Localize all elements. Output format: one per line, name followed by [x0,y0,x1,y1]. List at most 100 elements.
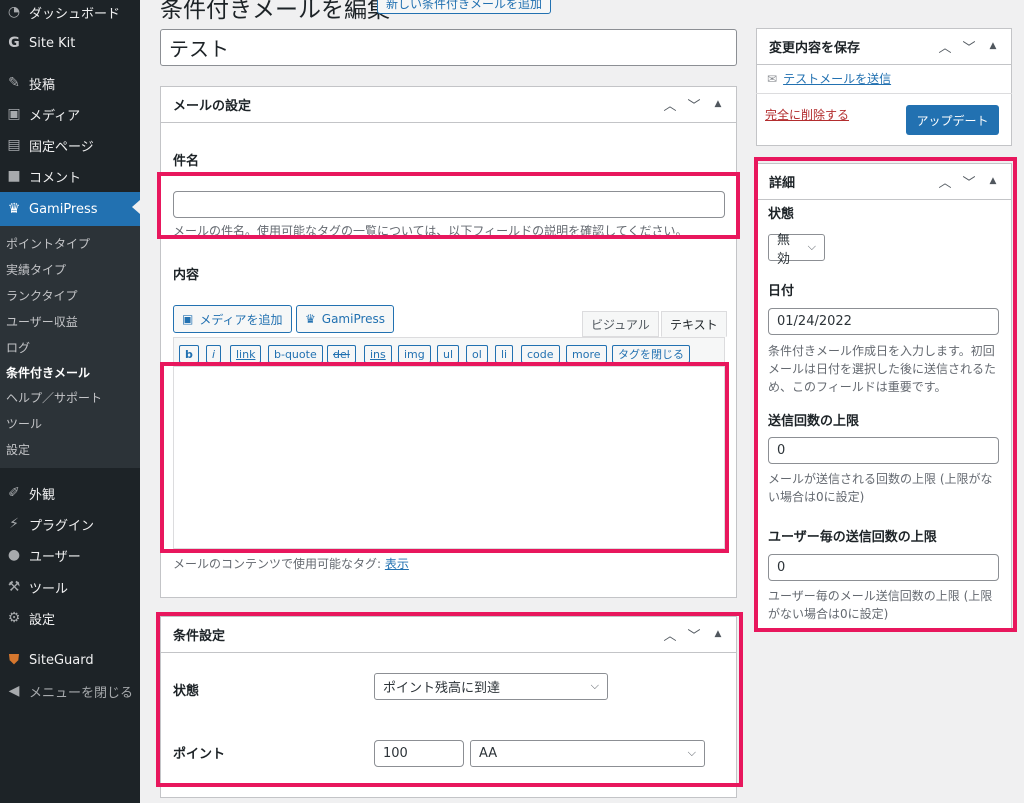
menu-label: Site Kit [29,35,76,51]
points-input[interactable] [374,740,464,767]
menu-users[interactable]: ● ユーザー [0,540,140,570]
shield-icon: ⛊ [8,652,20,668]
menu-comments[interactable]: ■ コメント [0,161,140,191]
qt-close-tags-button[interactable]: タグを閉じる [612,345,690,363]
submenu-point-types[interactable]: ポイントタイプ [6,235,90,252]
menu-pages[interactable]: ▤ 固定ページ [0,130,140,160]
media-icon: ▣ [182,312,194,326]
menu-plugins[interactable]: ⚡ プラグイン [0,509,140,539]
send-test-mail-link[interactable]: テストメールを送信 [783,70,891,87]
menu-label: GamiPress [29,201,98,217]
qt-ins-button[interactable]: ins [364,345,392,363]
box-controls: ︿ ﹀ ▲ [662,95,726,114]
menu-posts[interactable]: ✎ 投稿 [0,68,140,98]
pin-icon: ✎ [8,75,20,91]
date-label: 日付 [768,284,795,299]
qt-ul-button[interactable]: ul [437,345,460,363]
menu-appearance[interactable]: ✐ 外観 [0,478,140,508]
page-icon: ▤ [7,137,21,153]
content-desc-text: メールのコンテンツで使用可能なタグ: [173,557,385,571]
content-editor[interactable] [173,367,725,549]
gamipress-button[interactable]: ♛ GamiPress [296,305,395,333]
menu-label: 投稿 [29,77,56,93]
show-tags-link[interactable]: 表示 [385,557,409,571]
condition-status-select[interactable]: ポイント残高に到達 ⌵ [374,673,608,700]
details-status-label: 状態 [768,207,795,222]
menu-dashboard[interactable]: ◔ ダッシュボード [0,0,140,27]
points-label: ポイント [173,747,226,762]
menu-tools[interactable]: ⚒ ツール [0,572,140,602]
qt-del-button[interactable]: del [327,345,356,363]
submenu-conditional-emails[interactable]: 条件付きメール [6,364,90,381]
tab-visual[interactable]: ビジュアル [582,311,659,337]
box-controls: ︿ ﹀ ▲ [937,172,1001,191]
submenu-rank-types[interactable]: ランクタイプ [6,287,78,304]
menu-siteguard[interactable]: ⛊ SiteGuard [0,645,140,675]
qt-bquote-button[interactable]: b-quote [268,345,323,363]
point-type-select[interactable]: AA ⌵ [470,740,705,767]
toggle-panel-icon[interactable]: ▲ [710,625,726,644]
add-new-button[interactable]: 新しい条件付きメールを追加 [377,0,552,14]
menu-site-kit[interactable]: G Site Kit [0,28,140,58]
menu-media[interactable]: ▣ メディア [0,99,140,129]
toggle-panel-icon[interactable]: ▲ [985,37,1001,56]
menu-label: 外観 [29,487,56,503]
toggle-panel-icon[interactable]: ▲ [985,172,1001,191]
subject-input[interactable] [173,191,725,218]
move-up-icon[interactable]: ︿ [937,172,953,191]
mail-settings-header: メールの設定 [161,87,736,123]
menu-label: ツール [29,581,69,597]
max-sends-label: 送信回数の上限 [768,414,860,429]
submenu-achievement-types[interactable]: 実績タイプ [6,261,66,278]
gamipress-submenu: ポイントタイプ 実績タイプ ランクタイプ ユーザー収益 ログ 条件付きメール ヘ… [0,226,140,468]
menu-settings[interactable]: ⚙ 設定 [0,603,140,633]
box-controls: ︿ ﹀ ▲ [662,625,726,644]
move-down-icon[interactable]: ﹀ [961,172,977,191]
menu-label: メニューを閉じる [29,685,134,701]
plugin-icon: ⚡ [9,516,19,532]
move-up-icon[interactable]: ︿ [937,37,953,56]
add-media-button[interactable]: ▣ メディアを追加 [173,305,292,333]
quicktags-toolbar: b i link b-quote del ins img ul ol li co… [173,337,725,367]
box-title: 条件設定 [173,629,226,644]
toggle-panel-icon[interactable]: ▲ [710,95,726,114]
menu-gamipress[interactable]: ♛ GamiPress [0,192,140,226]
tab-text[interactable]: テキスト [661,311,727,337]
update-button[interactable]: アップデート [906,105,999,135]
max-sends-per-user-input[interactable] [768,554,999,581]
menu-collapse[interactable]: ◀ メニューを閉じる [0,676,140,706]
chevron-down-icon: ⌵ [590,679,599,692]
button-label: GamiPress [321,312,386,326]
max-sends-per-user-description: ユーザー毎のメール送信回数の上限 (上限がない場合は0に設定) [768,589,993,621]
conditions-header: 条件設定 [161,617,736,653]
menu-label: プラグイン [29,518,95,534]
delete-permanently-link[interactable]: 完全に削除する [765,106,849,123]
submenu-help-support[interactable]: ヘルプ／サポート [6,389,102,406]
move-down-icon[interactable]: ﹀ [686,95,702,114]
button-label: メディアを追加 [199,312,283,327]
date-input[interactable] [768,308,999,335]
submenu-logs[interactable]: ログ [6,339,30,356]
menu-label: ダッシュボード [29,6,121,22]
move-down-icon[interactable]: ﹀ [961,37,977,56]
submenu-settings[interactable]: 設定 [6,441,30,458]
move-up-icon[interactable]: ︿ [662,95,678,114]
submenu-user-earnings[interactable]: ユーザー収益 [6,313,78,330]
qt-code-button[interactable]: code [521,345,560,363]
qt-img-button[interactable]: img [398,345,431,363]
qt-more-button[interactable]: more [566,345,607,363]
move-up-icon[interactable]: ︿ [662,625,678,644]
select-value: ポイント残高に到達 [383,681,501,696]
details-status-select[interactable]: 無効 ⌵ [768,233,825,267]
crown-icon: ♛ [305,312,316,326]
submenu-tools[interactable]: ツール [6,415,42,432]
qt-link-button[interactable]: link [230,345,262,363]
menu-label: 設定 [29,612,56,628]
move-down-icon[interactable]: ﹀ [686,625,702,644]
max-sends-input[interactable] [768,437,999,464]
qt-li-button[interactable]: li [495,345,514,363]
post-title-input[interactable] [160,29,737,66]
qt-bold-button[interactable]: b [179,345,199,363]
qt-ol-button[interactable]: ol [466,345,488,363]
qt-italic-button[interactable]: i [206,345,222,363]
